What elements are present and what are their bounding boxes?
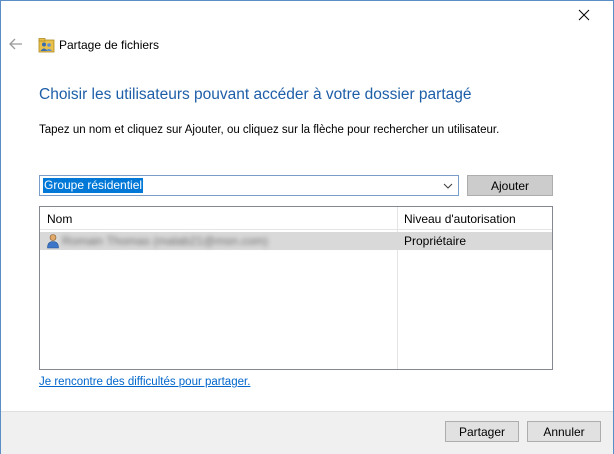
instruction-text: Tapez un nom et cliquez sur Ajouter, ou … (39, 124, 500, 136)
page-heading: Choisir les utilisateurs pouvant accéder… (39, 86, 472, 103)
user-picker-combobox[interactable]: Groupe résidentiel (39, 175, 459, 196)
column-header-name[interactable]: Nom (47, 212, 72, 226)
user-icon (47, 234, 59, 249)
chevron-down-icon (443, 183, 453, 189)
user-picker-input[interactable]: Groupe résidentiel (43, 178, 144, 193)
help-link[interactable]: Je rencontre des difficultés pour partag… (39, 376, 250, 388)
back-arrow-icon (9, 38, 22, 50)
share-button[interactable]: Partager (445, 421, 519, 442)
list-header: Nom Niveau d'autorisation (40, 207, 552, 230)
dropdown-button[interactable] (441, 179, 455, 193)
footer-bar (1, 411, 613, 454)
users-list[interactable]: Nom Niveau d'autorisation Romain Thomas … (39, 206, 553, 370)
cancel-button[interactable]: Annuler (527, 421, 601, 442)
close-icon (578, 9, 590, 21)
close-button[interactable] (572, 2, 596, 28)
back-button[interactable] (7, 35, 25, 53)
user-name-cell: Romain Thomas (malab21@msn.com) (62, 234, 269, 248)
users-folder-icon (38, 38, 55, 53)
table-row[interactable]: Romain Thomas (malab21@msn.com) Propriét… (40, 232, 552, 250)
add-button[interactable]: Ajouter (467, 175, 553, 196)
window-title: Partage de fichiers (59, 38, 160, 52)
permission-level-cell[interactable]: Propriétaire (404, 234, 466, 248)
column-header-permission[interactable]: Niveau d'autorisation (404, 212, 516, 226)
